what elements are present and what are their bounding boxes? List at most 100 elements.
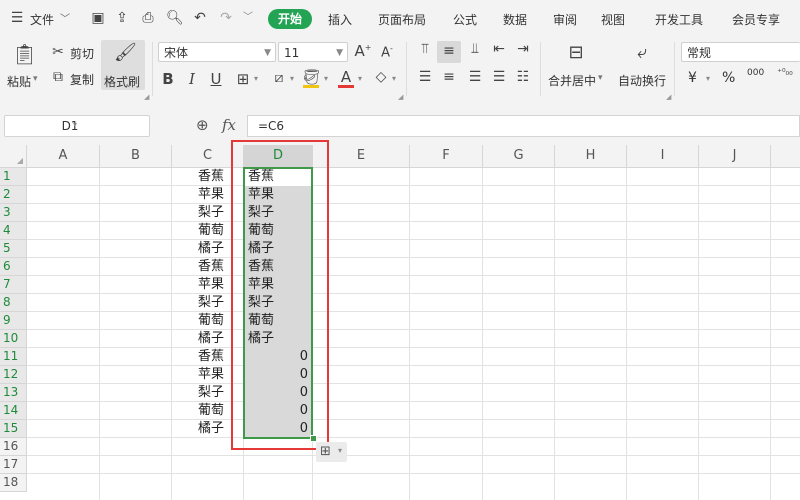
row-header-9[interactable]: 9: [0, 312, 27, 330]
tab-page-layout[interactable]: 页面布局: [378, 11, 426, 28]
paste-button[interactable]: 粘贴: [7, 73, 31, 90]
row-header-2[interactable]: 2: [0, 186, 27, 204]
percent-button[interactable]: %: [722, 70, 735, 86]
copy-button[interactable]: 复制: [70, 71, 94, 88]
currency-button[interactable]: ¥: [688, 70, 697, 86]
decrease-font-icon[interactable]: A-: [378, 44, 396, 60]
cut-button[interactable]: 剪切: [70, 45, 94, 62]
row-header-5[interactable]: 5: [0, 240, 27, 258]
undo-icon[interactable]: ↶: [192, 10, 208, 26]
cell-c7[interactable]: 苹果: [172, 276, 224, 294]
align-left-icon[interactable]: ☰: [416, 69, 434, 85]
column-header-f[interactable]: F: [410, 145, 483, 168]
row-header-12[interactable]: 12: [0, 366, 27, 384]
font-expand-icon[interactable]: ◢: [398, 93, 403, 101]
tab-view[interactable]: 视图: [601, 11, 625, 28]
menu-file[interactable]: 文件: [30, 11, 54, 28]
row-header-17[interactable]: 17: [0, 456, 27, 474]
cell-c15[interactable]: 橘子: [172, 420, 224, 438]
column-header-b[interactable]: B: [100, 145, 172, 168]
increase-indent-icon[interactable]: ⇥: [514, 41, 532, 57]
tab-member[interactable]: 会员专享: [732, 11, 780, 28]
cell-c3[interactable]: 梨子: [172, 204, 224, 222]
format-painter-button[interactable]: 🖌︎ 格式刷: [101, 40, 145, 90]
bold-icon[interactable]: B: [160, 70, 176, 88]
cell-c1[interactable]: 香蕉: [172, 168, 224, 186]
row-header-15[interactable]: 15: [0, 420, 27, 438]
chevron-down-icon[interactable]: ▾: [356, 74, 364, 83]
cell-c12[interactable]: 苹果: [172, 366, 224, 384]
row-header-6[interactable]: 6: [0, 258, 27, 276]
tab-insert[interactable]: 插入: [328, 11, 352, 28]
thousands-separator-button[interactable]: 000: [747, 68, 764, 78]
row-header-4[interactable]: 4: [0, 222, 27, 240]
row-header-13[interactable]: 13: [0, 384, 27, 402]
align-bottom-icon[interactable]: ⫫: [466, 41, 484, 57]
cell-c6[interactable]: 香蕉: [172, 258, 224, 276]
tab-start[interactable]: 开始: [268, 9, 312, 29]
file-dropdown-icon[interactable]: ﹀: [60, 10, 70, 25]
quick-access-dropdown-icon[interactable]: ﹀: [240, 10, 256, 26]
chevron-down-icon[interactable]: ▾: [598, 73, 603, 83]
paste-icon[interactable]: 📋︎: [12, 42, 37, 66]
print-preview-icon[interactable]: 🔍︎: [166, 10, 184, 26]
border-icon[interactable]: ⊞: [234, 70, 252, 88]
tab-data[interactable]: 数据: [503, 11, 527, 28]
font-color-icon[interactable]: A: [338, 68, 354, 86]
chevron-down-icon[interactable]: ▾: [322, 74, 330, 83]
cell-c13[interactable]: 梨子: [172, 384, 224, 402]
align-right-icon[interactable]: ☰: [466, 69, 484, 85]
cell-c4[interactable]: 葡萄: [172, 222, 224, 240]
formula-input[interactable]: =C6: [247, 115, 800, 137]
tab-formulas[interactable]: 公式: [453, 11, 477, 28]
decrease-indent-icon[interactable]: ⇤: [490, 41, 508, 57]
cell-c2[interactable]: 苹果: [172, 186, 224, 204]
align-center-icon[interactable]: ≡: [440, 69, 458, 85]
eraser-icon[interactable]: ◇: [372, 69, 390, 85]
font-name-select[interactable]: 宋体 ▼: [158, 42, 276, 62]
paste-dropdown-icon[interactable]: ▾: [33, 74, 38, 84]
align-top-icon[interactable]: ⫪: [416, 41, 434, 57]
column-header-i[interactable]: I: [627, 145, 699, 168]
fill-color-icon[interactable]: 🪣︎: [302, 68, 321, 86]
justify-icon[interactable]: ☰: [490, 69, 508, 85]
row-header-14[interactable]: 14: [0, 402, 27, 420]
cell-c10[interactable]: 橘子: [172, 330, 224, 348]
row-header-7[interactable]: 7: [0, 276, 27, 294]
merge-center-button[interactable]: 合并居中: [548, 72, 596, 89]
wrap-text-button[interactable]: 自动换行: [618, 72, 666, 89]
chevron-down-icon[interactable]: ▾: [5, 120, 145, 129]
underline-icon[interactable]: U: [208, 70, 224, 88]
export-icon[interactable]: ⇪: [114, 10, 130, 26]
chevron-down-icon[interactable]: ▾: [706, 74, 710, 83]
cell-c14[interactable]: 葡萄: [172, 402, 224, 420]
fill-pattern-icon[interactable]: ⧄: [270, 70, 288, 86]
distribute-icon[interactable]: ☷: [514, 69, 532, 85]
alignment-expand-icon[interactable]: ◢: [666, 93, 671, 101]
row-header-1[interactable]: 1: [0, 168, 27, 186]
row-header-8[interactable]: 8: [0, 294, 27, 312]
redo-icon[interactable]: ↷: [218, 10, 234, 26]
cell-c9[interactable]: 葡萄: [172, 312, 224, 330]
row-header-10[interactable]: 10: [0, 330, 27, 348]
select-all-corner[interactable]: ◢: [0, 145, 27, 168]
column-header-g[interactable]: G: [483, 145, 555, 168]
column-header-j[interactable]: J: [699, 145, 771, 168]
align-middle-button[interactable]: ≡: [437, 41, 461, 63]
print-icon[interactable]: ⎙: [140, 10, 156, 26]
font-size-select[interactable]: 11 ▼: [278, 42, 348, 62]
save-icon[interactable]: ▣: [90, 10, 106, 26]
chevron-down-icon[interactable]: ▾: [390, 74, 398, 83]
name-box[interactable]: D1 ▾: [4, 115, 150, 137]
row-header-11[interactable]: 11: [0, 348, 27, 366]
column-header-k[interactable]: [771, 145, 800, 168]
fx-label[interactable]: fx: [222, 116, 236, 134]
cell-c5[interactable]: 橘子: [172, 240, 224, 258]
column-header-a[interactable]: A: [27, 145, 100, 168]
tab-developer[interactable]: 开发工具: [655, 11, 703, 28]
row-header-16[interactable]: 16: [0, 438, 27, 456]
clipboard-expand-icon[interactable]: ◢: [144, 93, 149, 101]
hamburger-menu-icon[interactable]: ☰: [9, 10, 25, 26]
number-format-select[interactable]: 常规: [681, 42, 800, 62]
chevron-down-icon[interactable]: ▾: [252, 74, 260, 83]
